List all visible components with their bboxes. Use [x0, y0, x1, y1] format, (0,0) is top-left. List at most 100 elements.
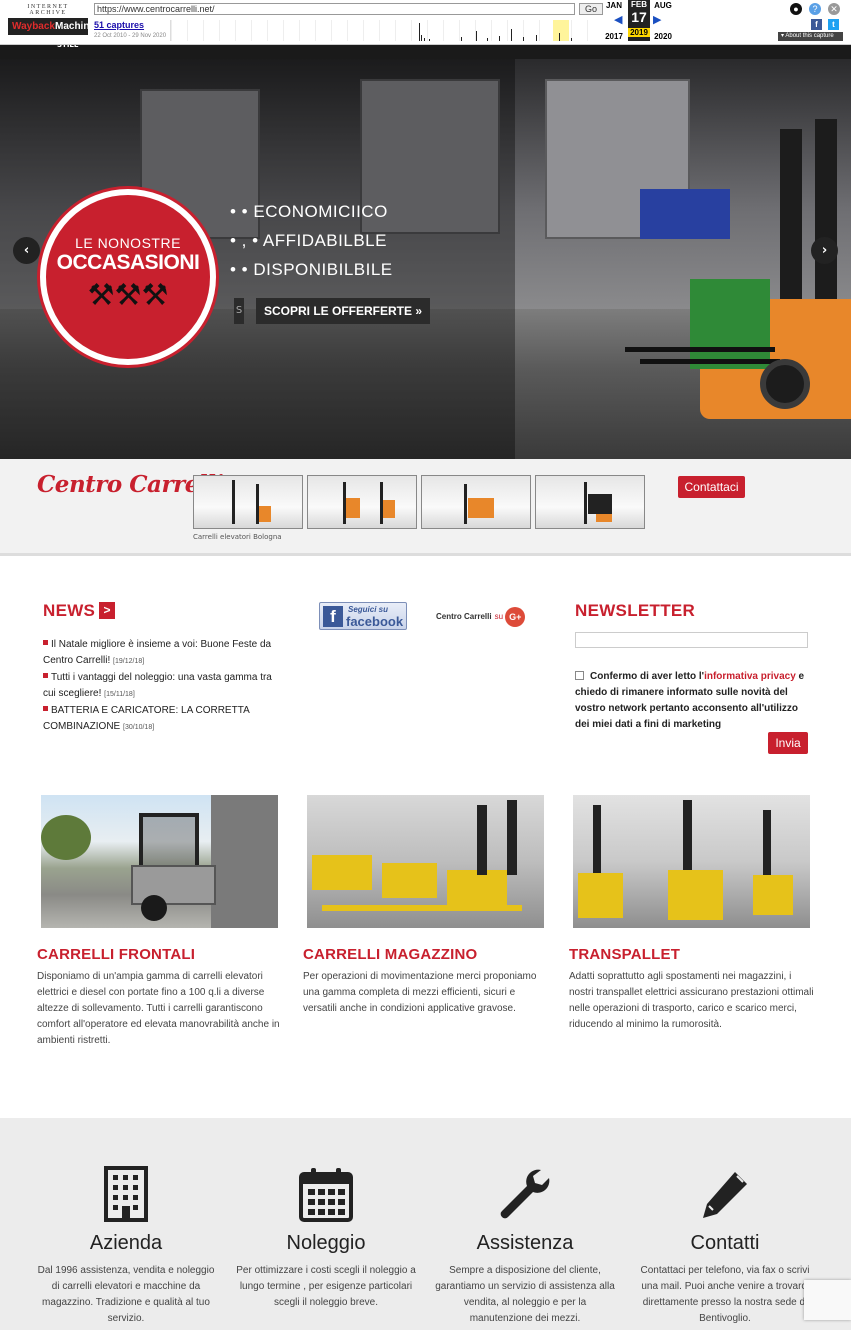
gplus-su: su	[494, 612, 504, 622]
newsletter-consent: Confermo di aver letto l'informativa pri…	[575, 669, 808, 733]
consent-text-a: Confermo di aver letto l'	[590, 671, 705, 682]
sparkline-bar	[511, 29, 512, 41]
wrench-icon	[500, 1169, 550, 1219]
sparkline-bar	[499, 36, 500, 41]
prev-year-label: 2017	[605, 32, 623, 41]
forklift-wheel	[760, 359, 810, 409]
product-thumbnail[interactable]	[421, 475, 531, 529]
pallet-truck	[382, 863, 437, 898]
feature-title: Azienda	[89, 1232, 163, 1254]
product-thumbnail[interactable]	[535, 475, 645, 529]
sparkline-bar	[571, 38, 572, 41]
user-icon[interactable]: ●	[790, 3, 802, 15]
wayback-next-month[interactable]: AUG 2020	[652, 1, 674, 41]
product-thumbnail[interactable]	[193, 475, 303, 529]
sparkline-bar	[559, 33, 560, 41]
wayback-capture-range: 22 Oct 2010 - 29 Nov 2020	[94, 33, 167, 39]
badge-line1: LE NONOSTRE	[75, 235, 181, 251]
wayback-logo-top: INTERNET ARCHIVE	[27, 4, 69, 16]
pallet-truck	[447, 870, 507, 910]
product-description: Adatti soprattutto agli spostamenti nei …	[569, 971, 814, 1030]
product-thumbnail[interactable]	[307, 475, 417, 529]
newsletter-submit-button[interactable]: Invia	[768, 732, 808, 754]
thumb-body	[346, 498, 360, 518]
consent-checkbox[interactable]	[575, 671, 584, 680]
facebook-line2: facebook	[346, 614, 404, 629]
wayback-go-button[interactable]: Go	[579, 3, 603, 15]
facebook-share-icon[interactable]: f	[811, 19, 822, 30]
thumb-body	[468, 498, 494, 518]
facebook-follow-button[interactable]: f Seguici su facebook	[319, 602, 407, 630]
product-image-magazzino[interactable]	[307, 795, 544, 928]
hero-offers-button[interactable]: SCOPRI LE OFFERFERTE »	[256, 298, 431, 324]
bullet-icon	[43, 706, 48, 711]
google-plus-link[interactable]: Centro Carrelli su G+	[436, 607, 526, 627]
current-day-label: 17	[631, 9, 647, 25]
newsletter-email-input[interactable]	[575, 632, 808, 648]
sparkline-bar	[429, 39, 430, 41]
calendar-icon	[299, 1168, 353, 1222]
wayback-captures-link[interactable]: 51 captures	[94, 20, 144, 30]
sparkline-bar	[487, 38, 488, 41]
news-title: NEWS	[43, 601, 96, 620]
news-item[interactable]: Tutti i vantaggi del noleggio: una vasta…	[43, 670, 283, 703]
hero-feature: • • ECONOMICIICO	[230, 202, 388, 221]
thumb-body	[383, 500, 395, 518]
feature-description: Per ottimizzare i costi scegli il nolegg…	[236, 1265, 416, 1308]
sparkline-bar	[419, 23, 420, 41]
truck-mast	[477, 805, 487, 875]
product-title[interactable]: TRANSPALLET	[569, 946, 680, 963]
wayback-sparkline[interactable]	[170, 20, 602, 41]
thumb-accent	[596, 514, 612, 522]
news-more-icon[interactable]: >	[99, 602, 116, 619]
about-capture-toggle[interactable]: ▾ About this capture	[778, 32, 843, 41]
nav-item-assistenza[interactable]: ASSISTENZA	[684, 31, 752, 41]
feature-description: Contattaci per telefono, via fax o scriv…	[640, 1265, 810, 1324]
prev-capture-arrow-icon[interactable]: ◀	[614, 13, 622, 26]
contact-button[interactable]: Contattaci	[678, 476, 745, 498]
product-title[interactable]: CARRELLI MAGAZZINO	[303, 946, 477, 963]
nav-item-contatti[interactable]: CO	[758, 31, 773, 41]
news-item[interactable]: BATTERIA E CARICATORE: LA CORRETTA COMBI…	[43, 703, 283, 736]
google-plus-icon: G+	[505, 607, 526, 627]
recaptcha-badge[interactable]	[804, 1280, 851, 1320]
privacy-link[interactable]: informativa privacy	[704, 671, 796, 682]
brand-band: Centro Carrelli Carrelli elevatori Bolog…	[0, 459, 851, 556]
thumb-body	[588, 494, 612, 514]
reach-truck-body	[578, 873, 623, 918]
pallet-truck	[312, 855, 372, 890]
news-item-text: Il Natale migliore è insieme a voi: Buon…	[43, 639, 272, 666]
features-footer: Azienda Dal 1996 assistenza, vendita e n…	[0, 1118, 851, 1330]
wayback-logo-main-b: Machine	[54, 21, 95, 32]
news-heading: NEWS >	[43, 601, 116, 621]
feature-description: Dal 1996 assistenza, vendita e noleggio …	[37, 1265, 215, 1324]
wayback-url-input[interactable]: https://www.centrocarrelli.net/	[94, 3, 575, 15]
blue-container	[640, 189, 730, 239]
product-image-transpallet[interactable]	[573, 795, 810, 928]
thumb-mast	[232, 480, 235, 524]
news-item-text: Tutti i vantaggi del noleggio: una vasta…	[43, 672, 272, 699]
thumbnail-caption: Carrelli elevatori Bologna	[193, 533, 282, 541]
next-month-label: AUG	[654, 1, 672, 10]
hero-feature: • • DISPONIBILBILE	[230, 260, 393, 279]
feature-title: Noleggio	[286, 1232, 366, 1254]
close-icon[interactable]: ✕	[828, 3, 840, 15]
help-icon[interactable]: ?	[809, 3, 821, 15]
current-year-label: 2019	[628, 28, 650, 37]
slider-prev-icon[interactable]: ‹	[13, 237, 40, 264]
product-description: Disponiamo di un'ampia gamma di carrelli…	[37, 971, 280, 1046]
building-wall	[211, 795, 278, 928]
thumb-body	[259, 506, 271, 522]
product-image-frontali[interactable]	[41, 795, 278, 928]
building-icon	[104, 1166, 148, 1222]
sparkline-current-highlight	[553, 20, 569, 41]
about-capture-label: About this capture	[785, 33, 834, 39]
product-title[interactable]: CARRELLI FRONTALI	[37, 946, 195, 963]
facebook-line1: Seguici su	[348, 605, 389, 614]
slider-next-icon[interactable]: ›	[811, 237, 838, 264]
wayback-logo[interactable]: INTERNET ARCHIVE WaybackMachine	[8, 4, 95, 38]
hero-cta-ghost: S	[234, 298, 244, 324]
twitter-share-icon[interactable]: t	[828, 19, 839, 30]
sparkline-bar	[461, 37, 462, 41]
news-item[interactable]: Il Natale migliore è insieme a voi: Buon…	[43, 637, 283, 670]
